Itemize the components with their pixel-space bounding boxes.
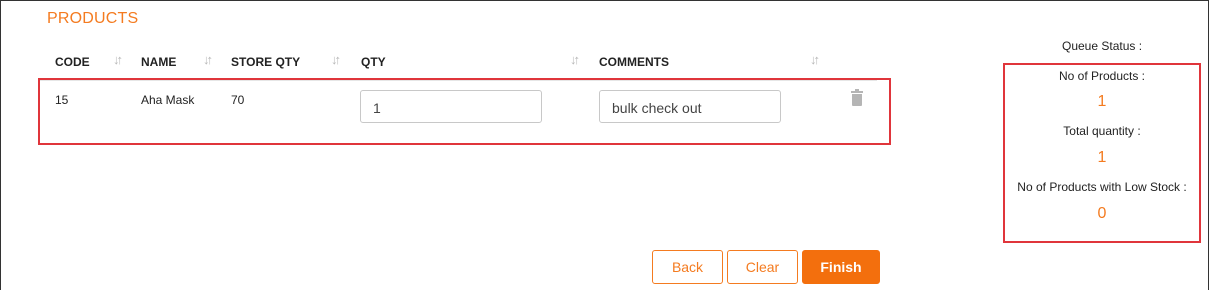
back-button[interactable]: Back bbox=[652, 250, 723, 284]
low-stock-label: No of Products with Low Stock : bbox=[1017, 180, 1187, 194]
column-header-comments[interactable]: COMMENTS bbox=[599, 55, 669, 69]
queue-status-panel: No of Products : 1 Total quantity : 1 No… bbox=[1003, 63, 1201, 243]
sort-arrows-icon[interactable]: ↓↑ bbox=[570, 52, 580, 67]
low-stock-value: 0 bbox=[1097, 205, 1107, 222]
comments-input[interactable]: bulk check out bbox=[599, 90, 781, 123]
qty-input[interactable]: 1 bbox=[360, 90, 542, 123]
sort-arrows-icon[interactable]: ↓↑ bbox=[203, 52, 213, 67]
column-header-name[interactable]: NAME bbox=[141, 55, 176, 69]
sort-arrows-icon[interactable]: ↓↑ bbox=[113, 52, 123, 67]
row-divider bbox=[40, 80, 877, 81]
sort-arrows-icon[interactable]: ↓↑ bbox=[810, 52, 820, 67]
page-title: PRODUCTS bbox=[47, 10, 139, 27]
clear-button[interactable]: Clear bbox=[727, 250, 798, 284]
total-quantity-value: 1 bbox=[1097, 149, 1107, 166]
cell-name: Aha Mask bbox=[141, 93, 195, 107]
column-header-store-qty[interactable]: STORE QTY bbox=[231, 55, 300, 69]
column-header-code[interactable]: CODE bbox=[55, 55, 90, 69]
finish-button[interactable]: Finish bbox=[802, 250, 880, 284]
trash-icon[interactable] bbox=[851, 89, 863, 107]
cell-code: 15 bbox=[55, 93, 69, 107]
cell-store-qty: 70 bbox=[231, 93, 245, 107]
products-count-value: 1 bbox=[1097, 93, 1107, 110]
queue-status-title: Queue Status : bbox=[1062, 39, 1143, 53]
total-quantity-label: Total quantity : bbox=[1063, 124, 1141, 138]
products-count-label: No of Products : bbox=[1058, 69, 1146, 83]
sort-arrows-icon[interactable]: ↓↑ bbox=[331, 52, 341, 67]
column-header-qty[interactable]: QTY bbox=[361, 55, 386, 69]
